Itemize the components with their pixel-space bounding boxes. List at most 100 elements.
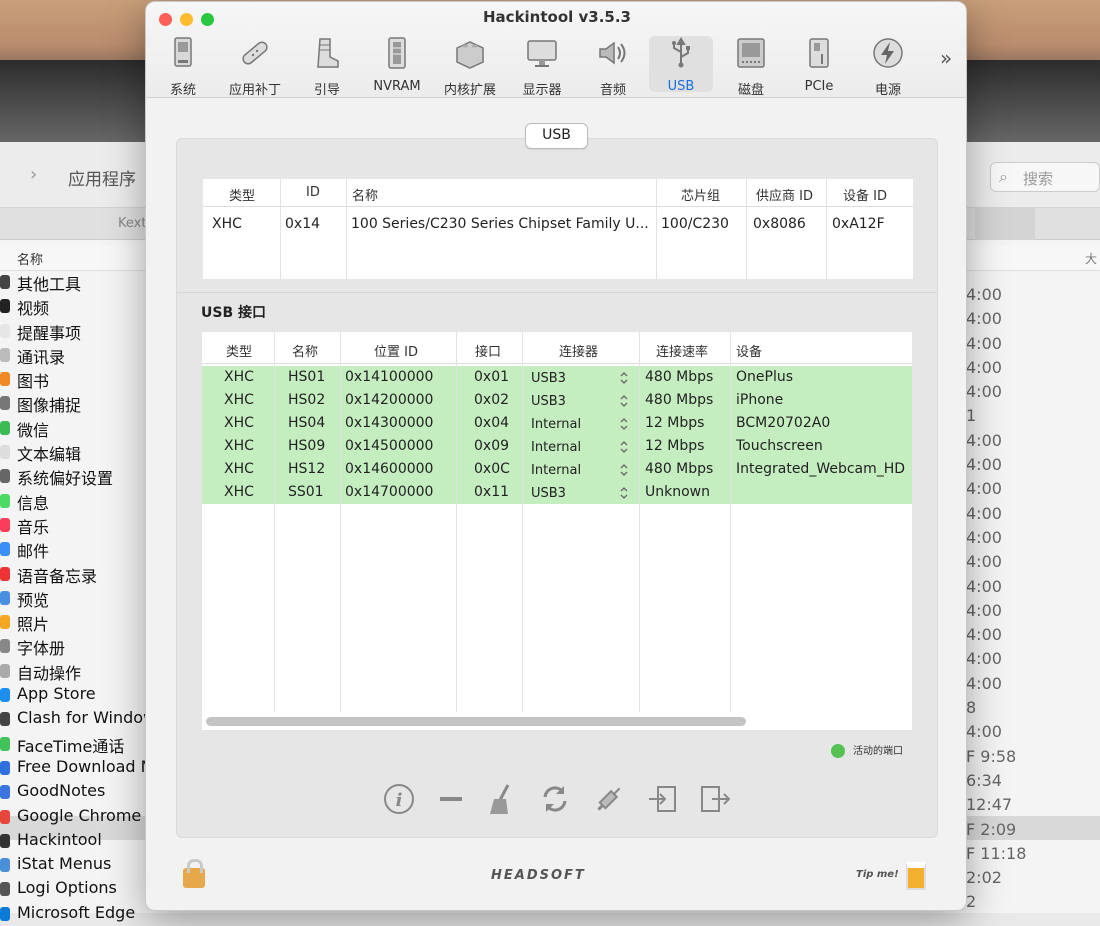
list-item[interactable]: 微信	[0, 416, 150, 440]
syringe-icon[interactable]	[592, 782, 626, 816]
list-item[interactable]: 自动操作	[0, 659, 150, 683]
col-header-type[interactable]: 类型	[229, 185, 255, 204]
toolbar-label: 内核扩展	[443, 83, 496, 98]
list-item[interactable]: Clash for Windows	[0, 707, 150, 731]
list-item[interactable]: 视频	[0, 294, 150, 318]
list-item[interactable]: 邮件	[0, 537, 150, 561]
table-row[interactable]: XHC HS09 0x14500000 0x09 Internal 12 Mbps Touc…	[202, 438, 912, 461]
list-item[interactable]: Free Download M	[0, 756, 150, 780]
date-modified: 1	[966, 406, 977, 426]
toolbar-usb[interactable]: USB	[649, 36, 713, 94]
export-icon[interactable]	[698, 782, 732, 816]
toolbar-display[interactable]: 显示器	[511, 36, 573, 98]
list-item[interactable]: 其他工具	[0, 270, 150, 294]
list-item[interactable]: 语音备忘录	[0, 562, 150, 586]
toolbar-audio[interactable]: 音频	[582, 36, 644, 98]
app-name: iStat Menus	[17, 854, 112, 874]
connector-stepper-icon[interactable]	[620, 417, 628, 434]
usb-segment-button[interactable]: USB	[525, 123, 588, 149]
list-item[interactable]: 字体册	[0, 634, 150, 658]
list-item[interactable]: Logi Options	[0, 877, 150, 901]
table-row[interactable]: XHC SS01 0x14700000 0x11 USB3 Unknown	[202, 484, 912, 507]
col-header-name[interactable]: 名称	[292, 341, 318, 360]
connector-stepper-icon[interactable]	[620, 394, 628, 411]
back-chevron-icon[interactable]: ›	[30, 164, 37, 185]
app-icon	[0, 833, 10, 848]
app-name: Clash for Windows	[17, 708, 150, 728]
toolbar-power[interactable]: 电源	[857, 36, 919, 98]
toolbar-patch[interactable]: 应用补丁	[224, 36, 286, 98]
list-item[interactable]: 提醒事项	[0, 319, 150, 343]
date-modified: 4:00	[966, 600, 1002, 620]
col-header-port[interactable]: 接口	[475, 341, 501, 360]
table-row[interactable]: XHC HS04 0x14300000 0x04 Internal 12 Mbps BCM2…	[202, 415, 912, 438]
col-header-id[interactable]: ID	[306, 185, 320, 200]
table-row[interactable]: XHC HS12 0x14600000 0x0C Internal 480 Mbps Int…	[202, 461, 912, 484]
svg-text:i: i	[396, 790, 403, 811]
list-item[interactable]: iStat Menus	[0, 853, 150, 877]
column-name-header[interactable]: 名称	[17, 249, 43, 268]
finder-tab-active[interactable]	[975, 208, 1035, 240]
finder-tab-kext[interactable]: Kext	[118, 216, 146, 231]
col-header-chipset[interactable]: 芯片组	[681, 185, 720, 204]
app-name: App Store	[17, 684, 96, 704]
toolbar-boot[interactable]: 引导	[296, 36, 358, 98]
app-name: 字体册	[17, 639, 66, 659]
date-modified: 4:00	[966, 625, 1002, 645]
legend-label: 活动的端口	[853, 746, 903, 757]
column-size-header[interactable]: 大	[1085, 250, 1097, 267]
col-header-vendor-id[interactable]: 供应商 ID	[756, 185, 813, 204]
minus-icon[interactable]	[435, 782, 469, 816]
list-item[interactable]: 文本编辑	[0, 440, 150, 464]
finder-search-field[interactable]: ⌕ 搜索	[990, 162, 1100, 192]
lock-icon[interactable]	[183, 859, 205, 888]
import-icon[interactable]	[646, 782, 680, 816]
list-item[interactable]: 信息	[0, 489, 150, 513]
list-item[interactable]: 系统偏好设置	[0, 464, 150, 488]
headsoft-logo[interactable]: HEADSOFT	[491, 868, 586, 883]
broom-icon[interactable]	[484, 782, 518, 816]
app-icon	[0, 785, 10, 800]
list-item[interactable]: Hackintool	[0, 829, 150, 853]
col-header-type[interactable]: 类型	[226, 341, 252, 360]
col-header-name[interactable]: 名称	[352, 185, 378, 204]
toolbar-pcie[interactable]: PCIe	[788, 36, 850, 94]
col-header-device[interactable]: 设备	[736, 341, 762, 360]
connector-stepper-icon[interactable]	[620, 440, 628, 457]
app-icon	[0, 517, 10, 532]
list-item[interactable]: 图像捕捉	[0, 391, 150, 415]
list-item[interactable]: 通讯录	[0, 343, 150, 367]
col-header-connector[interactable]: 连接器	[559, 341, 598, 360]
refresh-icon[interactable]	[538, 782, 572, 816]
col-header-speed[interactable]: 连接速率	[656, 341, 708, 360]
tip-me-label[interactable]: Tip me!	[856, 869, 899, 880]
list-item[interactable]: 图书	[0, 367, 150, 391]
list-item[interactable]: Google Chrome	[0, 805, 150, 829]
info-icon[interactable]: i	[382, 782, 416, 816]
connector-stepper-icon[interactable]	[620, 371, 628, 388]
table-row[interactable]: XHC HS02 0x14200000 0x02 USB3 480 Mbps iPhone	[202, 392, 912, 415]
list-item[interactable]: FaceTime通话	[0, 732, 150, 756]
col-header-device-id[interactable]: 设备 ID	[843, 185, 887, 204]
toolbar-overflow-chevron-icon[interactable]: »	[940, 46, 952, 70]
toolbar-nvram[interactable]: NVRAM	[366, 36, 428, 94]
cell-type: XHC	[224, 438, 254, 454]
app-name: 照片	[17, 615, 50, 635]
col-header-location-id[interactable]: 位置 ID	[374, 341, 418, 360]
list-item[interactable]: GoodNotes	[0, 780, 150, 804]
list-item[interactable]: 音乐	[0, 513, 150, 537]
usb-icon	[664, 36, 698, 70]
toolbar-disk[interactable]: 磁盘	[720, 36, 782, 98]
list-item[interactable]: 照片	[0, 610, 150, 634]
horizontal-scrollbar[interactable]	[206, 717, 746, 726]
cell-port: 0x11	[474, 484, 510, 500]
toolbar-system[interactable]: 系统	[152, 36, 214, 98]
connector-stepper-icon[interactable]	[620, 486, 628, 503]
table-row[interactable]: XHC HS01 0x14100000 0x01 USB3 480 Mbps OnePlus	[202, 369, 912, 392]
toolbar-kext[interactable]: 内核扩展	[439, 36, 501, 98]
list-item[interactable]: Microsoft Edge	[0, 902, 150, 926]
connector-stepper-icon[interactable]	[620, 463, 628, 480]
list-item[interactable]: App Store	[0, 683, 150, 707]
beer-mug-icon[interactable]	[906, 862, 926, 890]
list-item[interactable]: 预览	[0, 586, 150, 610]
